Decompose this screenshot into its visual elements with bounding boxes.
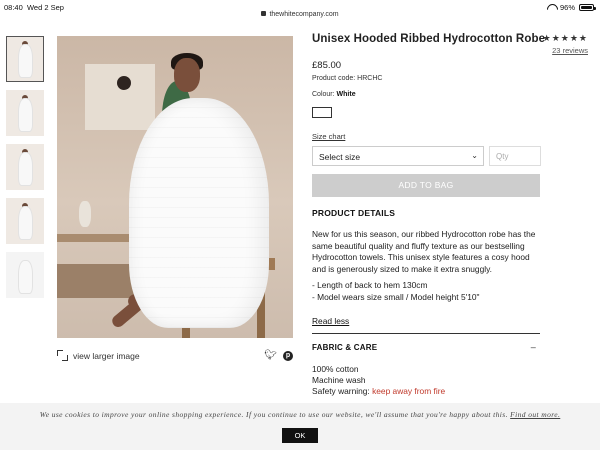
thumbnail-robe <box>19 261 32 293</box>
thumbnail-4[interactable] <box>6 198 44 244</box>
add-to-bag-button[interactable]: ADD TO BAG <box>312 174 540 197</box>
find-out-more-link[interactable]: Find out more. <box>510 410 560 419</box>
thumbnail-list <box>6 36 44 306</box>
share-links: 🐦︎ p <box>264 350 293 361</box>
qty-input[interactable]: Qty <box>489 146 541 166</box>
colour-label: Colour: White <box>312 91 356 98</box>
cookie-ok-button[interactable]: OK <box>282 428 318 443</box>
fabric-care-content: 100% cotton Machine wash Safety warning:… <box>312 364 592 397</box>
wifi-icon <box>547 4 556 11</box>
vase <box>79 201 91 227</box>
thumbnail-robe <box>19 153 32 185</box>
status-bar: 08:40 Wed 2 Sep thewhitecompany.com 96% <box>0 0 600 18</box>
size-select-value: Select size <box>319 152 361 162</box>
thumbnail-robe <box>19 99 32 131</box>
care-line: Machine wash <box>312 374 366 385</box>
battery-percent: 96% <box>559 3 575 12</box>
view-larger-label: view larger image <box>73 350 140 361</box>
product-price: £85.00 <box>312 60 342 71</box>
bullet-item: - Length of back to hem 130cm <box>312 280 428 291</box>
reviews-link[interactable]: 23 reviews <box>543 46 588 55</box>
fabric-care-heading: FABRIC & CARE <box>312 342 378 352</box>
product-bullets: - Length of back to hem 130cm - Model we… <box>312 280 592 303</box>
image-actions: view larger image 🐦︎ p <box>57 350 293 364</box>
safety-warning: Safety warning: keep away from fire <box>312 385 446 396</box>
product-description: New for us this season, our ribbed Hydro… <box>312 229 536 274</box>
size-select[interactable]: Select size ⌄ <box>312 146 484 166</box>
colour-value: White <box>336 91 356 98</box>
wall-art <box>85 64 155 130</box>
twitter-icon[interactable]: 🐦︎ <box>264 350 277 361</box>
colour-swatch-white[interactable] <box>312 107 332 118</box>
view-larger-button[interactable]: view larger image <box>57 350 140 361</box>
model-face <box>174 58 200 92</box>
thumbnail-3[interactable] <box>6 144 44 190</box>
thumbnail-robe <box>19 45 32 77</box>
address-bar[interactable]: thewhitecompany.com <box>0 11 600 18</box>
expand-icon <box>57 350 68 361</box>
lock-icon <box>261 11 267 16</box>
collapse-icon: – <box>530 341 536 352</box>
thumbnail-robe <box>19 207 32 239</box>
rating: ★★★★★ 23 reviews <box>543 33 588 55</box>
size-qty-row: Select size ⌄ Qty <box>312 146 592 166</box>
url-text: thewhitecompany.com <box>269 11 339 18</box>
status-indicators: 96% <box>547 3 596 12</box>
product-code: Product code: HRCHC <box>312 75 383 82</box>
bullet-item: - Model wears size small / Model height … <box>312 291 480 302</box>
star-rating: ★★★★★ <box>542 33 588 43</box>
cookie-message: We use cookies to improve your online sh… <box>39 410 561 419</box>
product-panel: Unisex Hooded Ribbed Hydrocotton Robe ★★… <box>312 33 592 397</box>
care-line: 100% cotton <box>312 363 359 374</box>
thumbnail-2[interactable] <box>6 90 44 136</box>
fabric-care-toggle[interactable]: FABRIC & CARE – <box>312 341 540 352</box>
robe-ribbing <box>129 98 269 328</box>
battery-icon <box>579 4 596 11</box>
product-main-image[interactable] <box>57 36 293 338</box>
thumbnail-1[interactable] <box>6 36 44 82</box>
safety-warning-text: keep away from fire <box>372 385 446 396</box>
pinterest-icon[interactable]: p <box>283 350 293 361</box>
divider <box>312 332 540 334</box>
chevron-down-icon: ⌄ <box>471 151 478 160</box>
product-details-heading: PRODUCT DETAILS <box>312 208 396 218</box>
read-less-link[interactable]: Read less <box>312 316 592 326</box>
thumbnail-5[interactable] <box>6 252 44 298</box>
cookie-banner: We use cookies to improve your online sh… <box>0 403 600 450</box>
wall-art-dot <box>117 76 131 90</box>
size-chart-link[interactable]: Size chart <box>312 132 592 141</box>
